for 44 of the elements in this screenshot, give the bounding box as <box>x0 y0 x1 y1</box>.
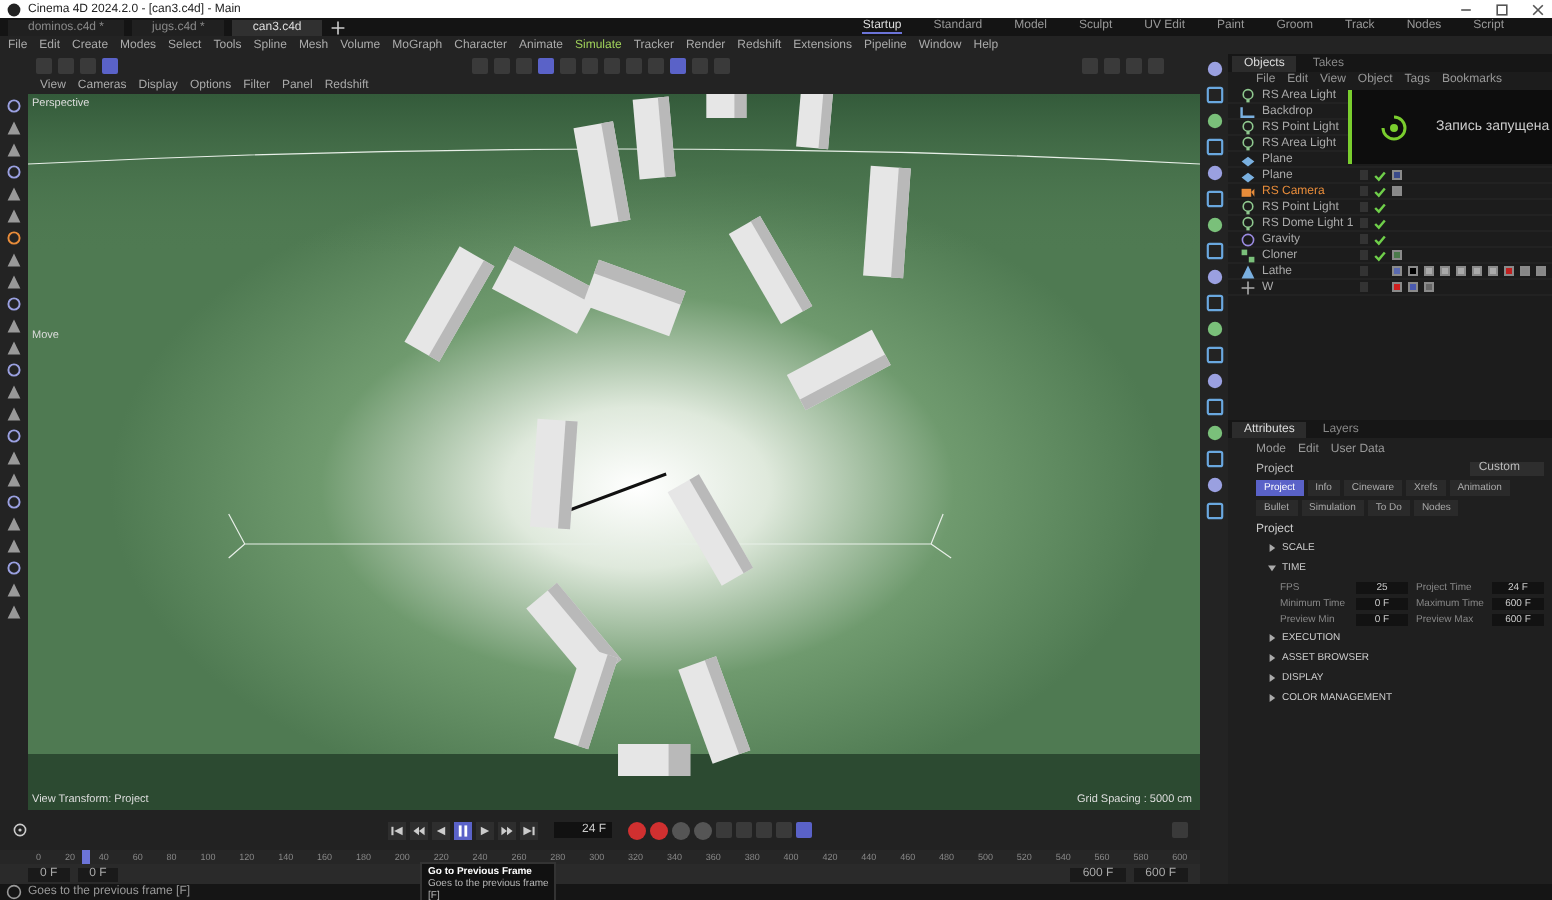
step-back-button[interactable] <box>432 821 450 839</box>
caret-icon <box>1268 694 1276 702</box>
block-shape <box>863 165 911 279</box>
check-icon[interactable] <box>1374 233 1386 245</box>
block-shape <box>530 418 578 530</box>
info-icon <box>6 884 22 900</box>
backdrop-object-icon <box>1240 103 1256 119</box>
caret-icon <box>1268 564 1276 572</box>
block-shape <box>796 94 834 150</box>
lathe-object-icon <box>1240 263 1256 279</box>
pause-button[interactable] <box>454 821 472 839</box>
skip-start-button[interactable] <box>388 821 406 839</box>
caret-icon <box>1268 674 1276 682</box>
add-icon[interactable] <box>329 19 346 35</box>
record-icon[interactable] <box>628 821 646 839</box>
close-icon[interactable] <box>1530 1 1546 17</box>
playhead[interactable] <box>81 850 90 864</box>
cloner-object-icon <box>1240 247 1256 263</box>
tag-icon[interactable] <box>1408 266 1418 276</box>
app-logo-icon <box>6 1 22 17</box>
skip-end-button[interactable] <box>520 821 538 839</box>
check-icon[interactable] <box>1374 185 1386 197</box>
target-icon[interactable] <box>12 822 28 838</box>
check-icon[interactable] <box>1374 169 1386 181</box>
maximize-icon[interactable] <box>1494 1 1510 17</box>
record-status-icon <box>1380 113 1408 141</box>
play-button[interactable] <box>476 821 494 839</box>
light-object-icon <box>1240 87 1256 103</box>
check-icon[interactable] <box>1374 201 1386 213</box>
autokey-icon[interactable] <box>650 821 668 839</box>
check-icon[interactable] <box>1374 249 1386 261</box>
check-icon[interactable] <box>1374 217 1386 229</box>
caret-icon <box>1268 654 1276 662</box>
caret-icon <box>1268 634 1276 642</box>
shadow-line <box>569 472 667 512</box>
fast-forward-button[interactable] <box>498 821 516 839</box>
block-shape <box>632 96 676 180</box>
null-object-icon <box>1240 279 1256 295</box>
caret-icon <box>1268 544 1276 552</box>
block-shape <box>706 94 747 118</box>
block-shape <box>573 121 631 227</box>
rewind-button[interactable] <box>410 821 428 839</box>
gravity-object-icon <box>1240 231 1256 247</box>
camera-object-icon <box>1240 183 1256 199</box>
